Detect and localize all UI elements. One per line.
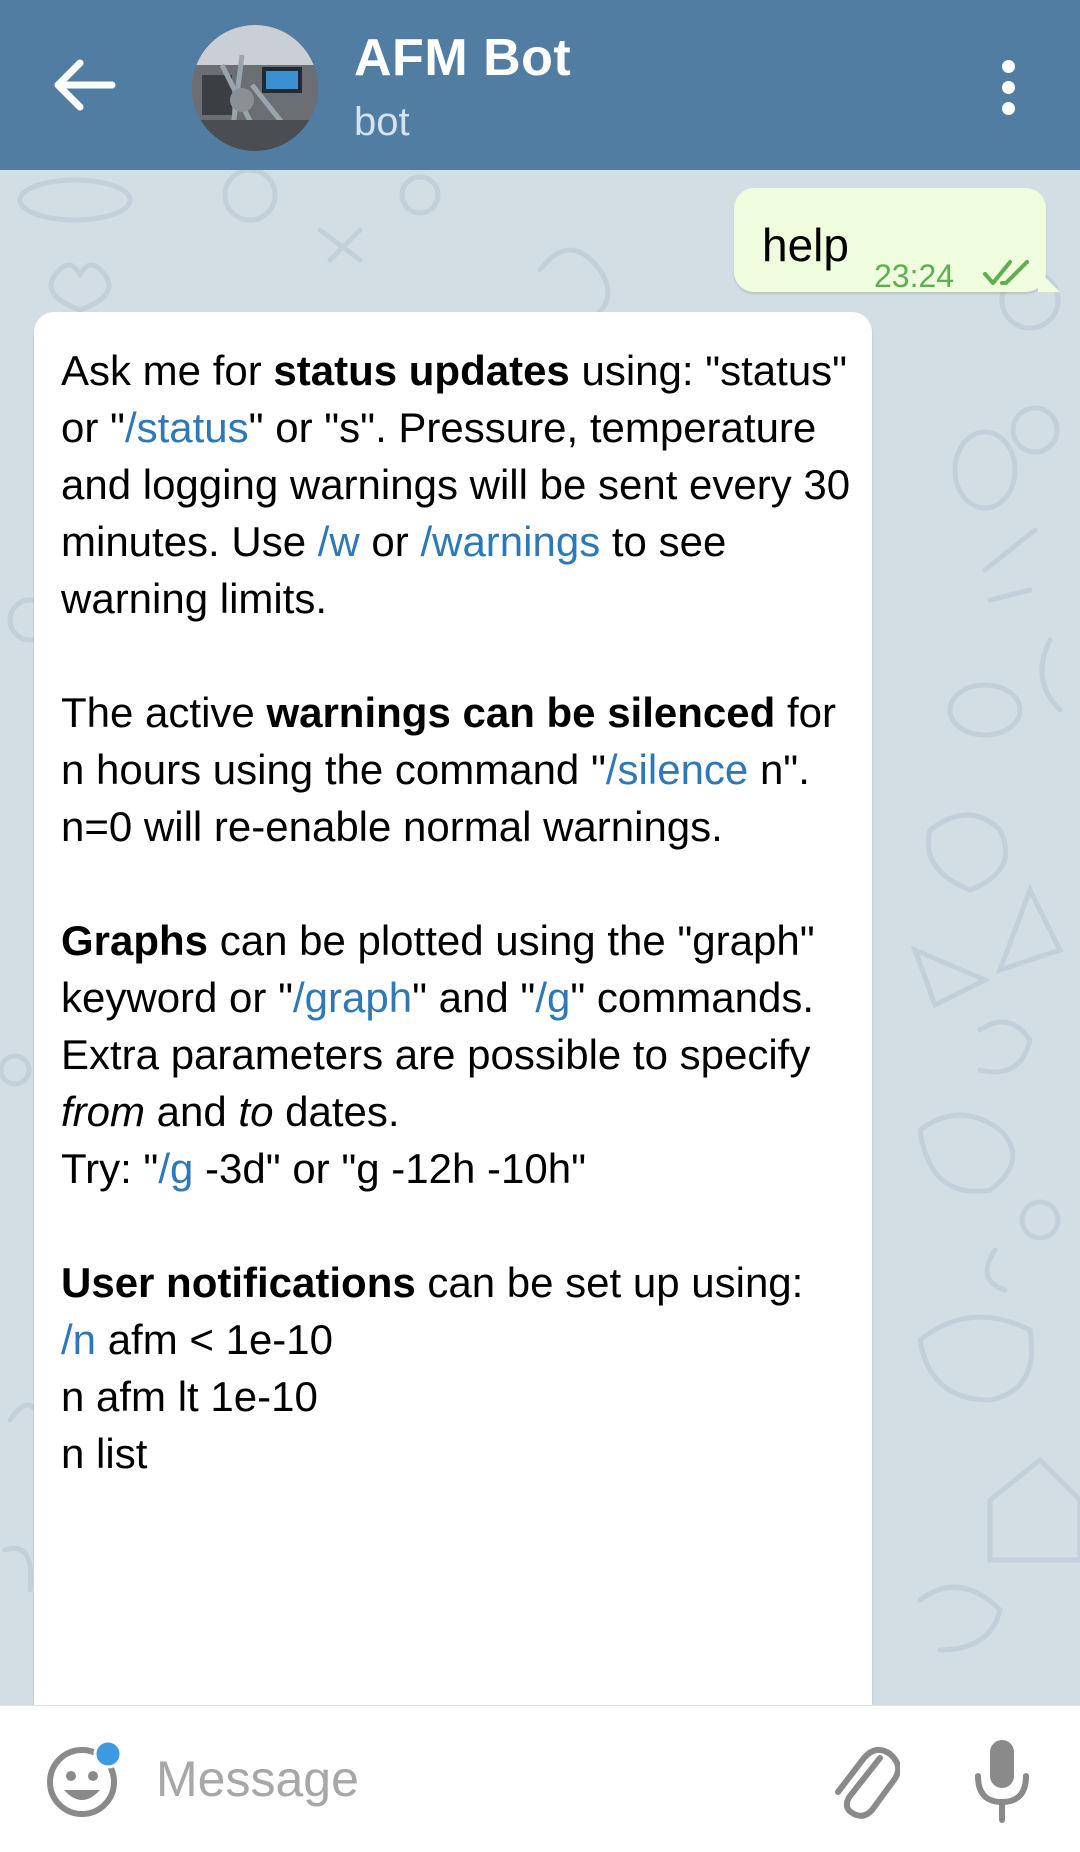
chat-subtitle: bot [354, 100, 410, 144]
double-check-icon [983, 260, 1029, 285]
help-paragraph-silence: The active warnings can be silenced for … [61, 689, 836, 850]
command-link-silence[interactable]: /silence [606, 746, 748, 793]
message-time: 23:24 [874, 258, 955, 294]
command-link-w[interactable]: /w [318, 518, 360, 565]
outgoing-message[interactable]: help 23:24 [734, 188, 1060, 294]
message-input[interactable]: Message [156, 1750, 359, 1808]
chat-header: AFM Bot bot [0, 0, 1080, 170]
microphone-icon[interactable] [972, 1736, 1032, 1826]
paperclip-icon[interactable] [828, 1740, 900, 1822]
arrow-left-icon[interactable] [50, 55, 120, 115]
command-link-g[interactable]: /g [535, 974, 570, 1021]
command-link-warnings[interactable]: /warnings [420, 518, 600, 565]
more-vertical-icon[interactable] [990, 60, 1026, 116]
command-link-status[interactable]: /status [125, 404, 249, 451]
command-link-g-example[interactable]: /g [158, 1145, 193, 1192]
chat-title[interactable]: AFM Bot [354, 28, 571, 88]
command-link-n[interactable]: /n [61, 1316, 96, 1363]
command-link-graph[interactable]: /graph [293, 974, 412, 1021]
emoji-icon[interactable] [44, 1740, 124, 1820]
help-paragraph-status: Ask me for status updates using: "status… [61, 347, 851, 622]
message-text: help [762, 219, 849, 271]
message-input-bar: Message [0, 1705, 1080, 1852]
help-paragraph-notifications: User notifications can be set up using: /… [61, 1259, 804, 1477]
incoming-message[interactable]: Ask me for status updates using: "status… [34, 312, 872, 1705]
message-body: Ask me for status updates using: "status… [61, 342, 861, 1539]
avatar[interactable] [192, 25, 318, 151]
help-paragraph-graphs: Graphs can be plotted using the "graph" … [61, 917, 815, 1192]
message-list[interactable]: help 23:24 Ask me for status updates usi… [0, 170, 1080, 1705]
